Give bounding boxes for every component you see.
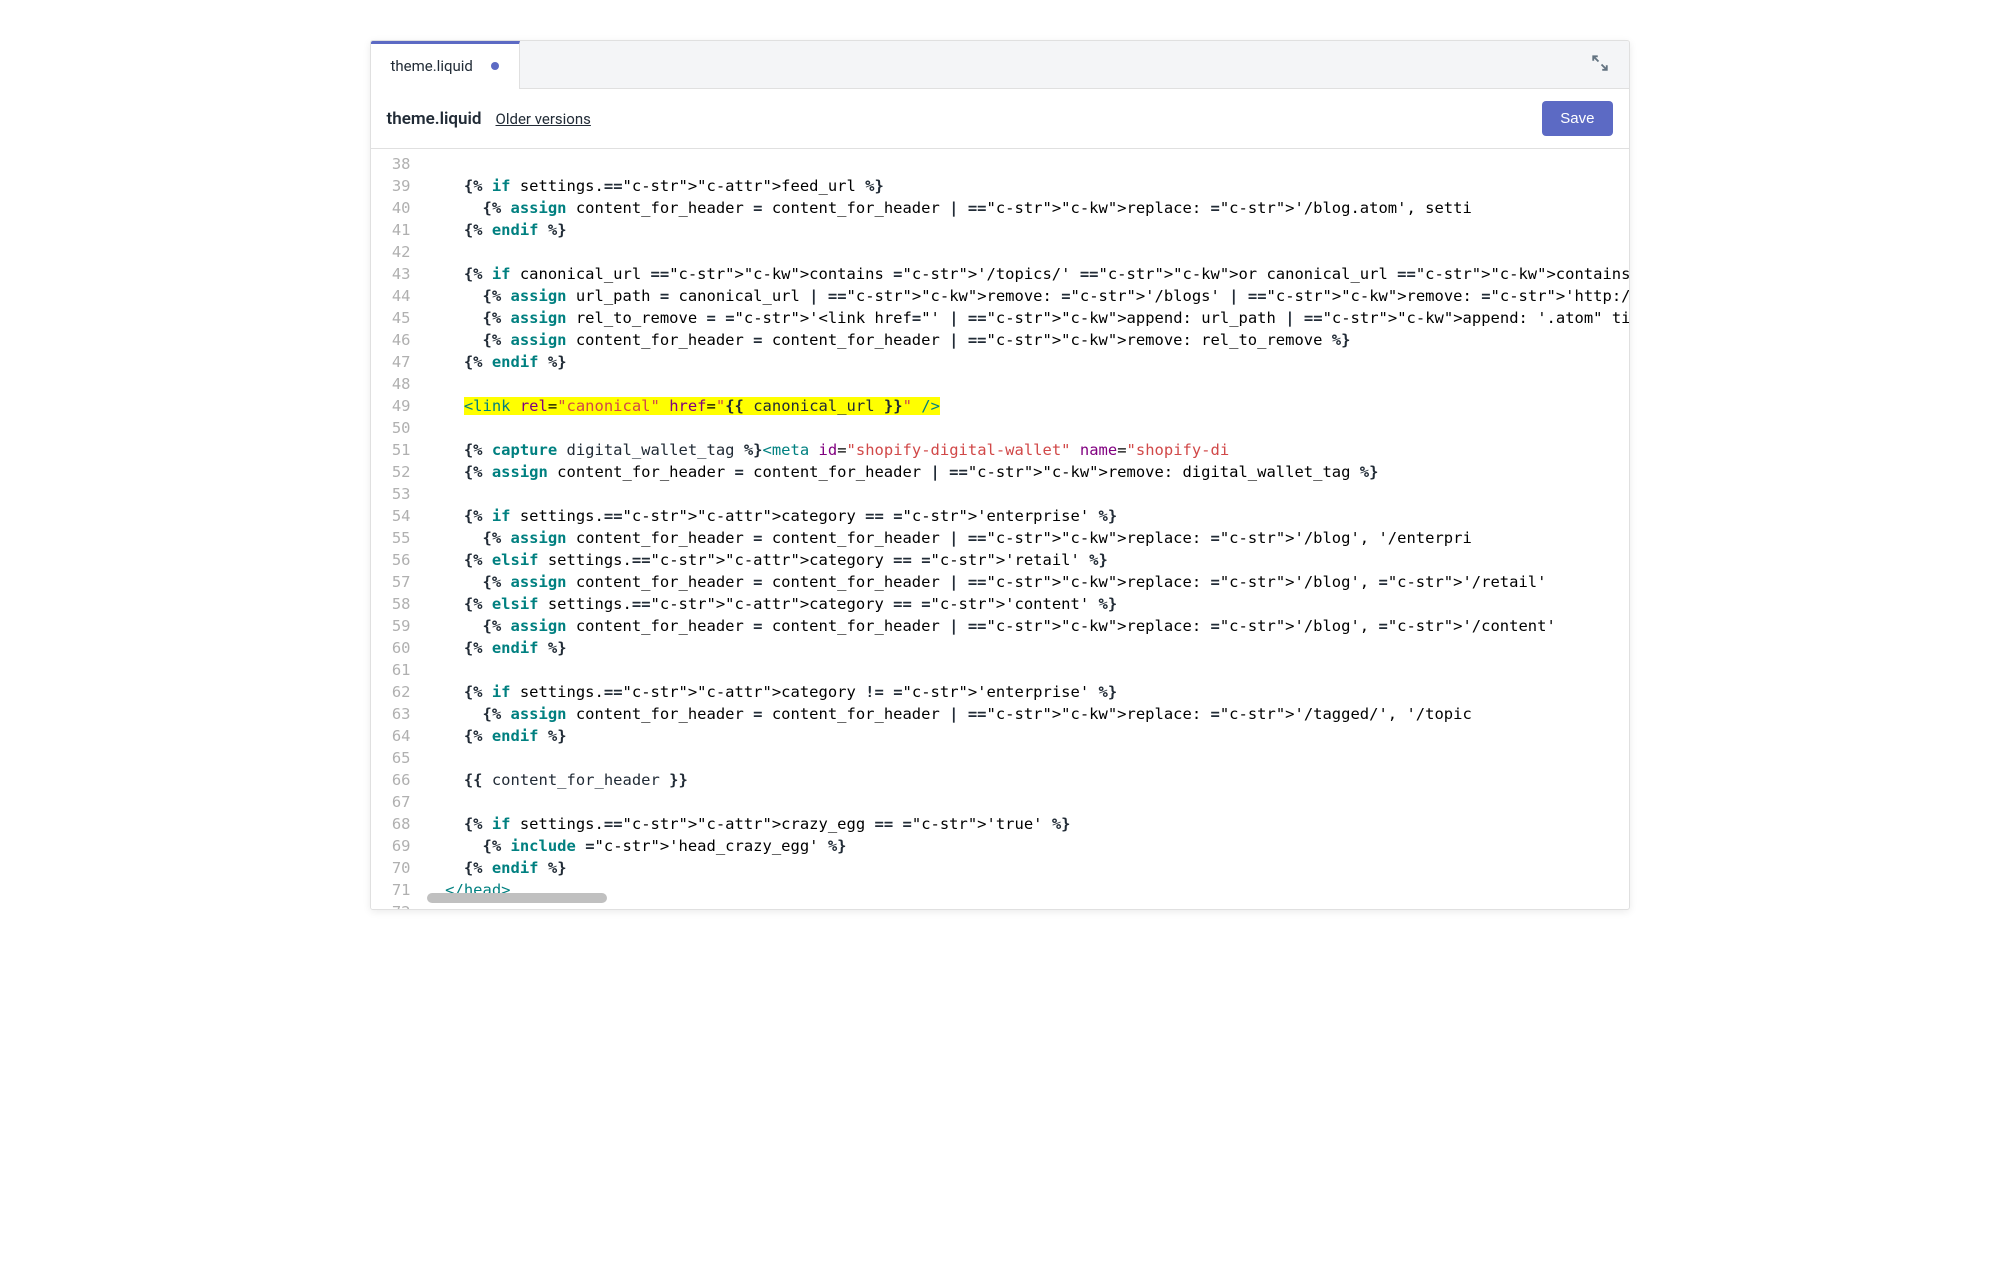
- code-line[interactable]: {% assign content_for_header = content_f…: [419, 527, 1629, 549]
- line-number: 40: [375, 197, 411, 219]
- code-line[interactable]: {% assign content_for_header = content_f…: [419, 615, 1629, 637]
- code-line[interactable]: {% if settings.=="c-str">"c-attr">feed_u…: [419, 175, 1629, 197]
- line-number: 70: [375, 857, 411, 879]
- modified-indicator-icon: [491, 62, 499, 70]
- code-line[interactable]: {% if settings.=="c-str">"c-attr">catego…: [419, 505, 1629, 527]
- code-line[interactable]: {% endif %}: [419, 637, 1629, 659]
- line-number: 54: [375, 505, 411, 527]
- code-line[interactable]: {% assign content_for_header = content_f…: [419, 461, 1629, 483]
- tab-bar: theme.liquid: [371, 41, 1629, 89]
- line-number: 60: [375, 637, 411, 659]
- line-number: 50: [375, 417, 411, 439]
- horizontal-scrollbar[interactable]: [427, 893, 607, 903]
- line-number: 43: [375, 263, 411, 285]
- code-line[interactable]: {{ content_for_header }}: [419, 769, 1629, 791]
- code-area[interactable]: 3839404142434445464748495051525354555657…: [371, 149, 1629, 909]
- line-number: 53: [375, 483, 411, 505]
- code-content[interactable]: {% if settings.=="c-str">"c-attr">feed_u…: [419, 149, 1629, 909]
- code-line[interactable]: {% include ="c-str">'head_crazy_egg' %}: [419, 835, 1629, 857]
- code-line[interactable]: {% assign content_for_header = content_f…: [419, 703, 1629, 725]
- line-number: 47: [375, 351, 411, 373]
- code-line[interactable]: {% endif %}: [419, 857, 1629, 879]
- code-line[interactable]: {% assign content_for_header = content_f…: [419, 197, 1629, 219]
- file-header: theme.liquid Older versions Save: [371, 89, 1629, 149]
- line-number: 62: [375, 681, 411, 703]
- line-number: 41: [375, 219, 411, 241]
- code-line[interactable]: [419, 373, 1629, 395]
- line-number: 46: [375, 329, 411, 351]
- line-number: 69: [375, 835, 411, 857]
- code-line[interactable]: {% endif %}: [419, 219, 1629, 241]
- code-line[interactable]: [419, 791, 1629, 813]
- code-line[interactable]: {% capture digital_wallet_tag %}<meta id…: [419, 439, 1629, 461]
- code-line[interactable]: {% if canonical_url =="c-str">"c-kw">con…: [419, 263, 1629, 285]
- line-number: 44: [375, 285, 411, 307]
- line-number: 55: [375, 527, 411, 549]
- line-number: 65: [375, 747, 411, 769]
- expand-editor-button[interactable]: [1571, 54, 1629, 76]
- code-line[interactable]: {% endif %}: [419, 351, 1629, 373]
- code-line[interactable]: {% elsif settings.=="c-str">"c-attr">cat…: [419, 593, 1629, 615]
- line-number: 71: [375, 879, 411, 901]
- save-button[interactable]: Save: [1542, 101, 1612, 136]
- line-number: 39: [375, 175, 411, 197]
- tab-filename: theme.liquid: [391, 57, 473, 75]
- line-number: 49: [375, 395, 411, 417]
- line-number: 56: [375, 549, 411, 571]
- code-line[interactable]: {% elsif settings.=="c-str">"c-attr">cat…: [419, 549, 1629, 571]
- line-number: 66: [375, 769, 411, 791]
- code-line[interactable]: [419, 417, 1629, 439]
- line-number: 45: [375, 307, 411, 329]
- code-line[interactable]: {% assign content_for_header = content_f…: [419, 329, 1629, 351]
- line-number: 48: [375, 373, 411, 395]
- code-line[interactable]: [419, 241, 1629, 263]
- code-line[interactable]: {% assign url_path = canonical_url | =="…: [419, 285, 1629, 307]
- code-line[interactable]: [419, 153, 1629, 175]
- line-number: 72: [375, 901, 411, 909]
- code-line[interactable]: {% assign rel_to_remove = ="c-str">'<lin…: [419, 307, 1629, 329]
- code-editor: theme.liquid theme.liquid Older versions…: [370, 40, 1630, 910]
- line-number: 68: [375, 813, 411, 835]
- code-line[interactable]: [419, 659, 1629, 681]
- line-number: 67: [375, 791, 411, 813]
- file-tab[interactable]: theme.liquid: [371, 41, 520, 89]
- code-line[interactable]: {% if settings.=="c-str">"c-attr">crazy_…: [419, 813, 1629, 835]
- line-number: 63: [375, 703, 411, 725]
- code-line[interactable]: {% if settings.=="c-str">"c-attr">catego…: [419, 681, 1629, 703]
- line-number: 61: [375, 659, 411, 681]
- line-number: 59: [375, 615, 411, 637]
- file-title: theme.liquid: [387, 109, 482, 129]
- code-line[interactable]: {% endif %}: [419, 725, 1629, 747]
- code-line[interactable]: [419, 747, 1629, 769]
- line-number: 52: [375, 461, 411, 483]
- older-versions-link[interactable]: Older versions: [496, 110, 591, 128]
- line-number: 38: [375, 153, 411, 175]
- line-number: 42: [375, 241, 411, 263]
- line-number: 64: [375, 725, 411, 747]
- code-line[interactable]: <link rel="canonical" href="{{ canonical…: [419, 395, 1629, 417]
- line-number: 51: [375, 439, 411, 461]
- line-number: 58: [375, 593, 411, 615]
- code-line[interactable]: [419, 483, 1629, 505]
- line-number-gutter: 3839404142434445464748495051525354555657…: [371, 149, 419, 909]
- line-number: 57: [375, 571, 411, 593]
- code-line[interactable]: {% assign content_for_header = content_f…: [419, 571, 1629, 593]
